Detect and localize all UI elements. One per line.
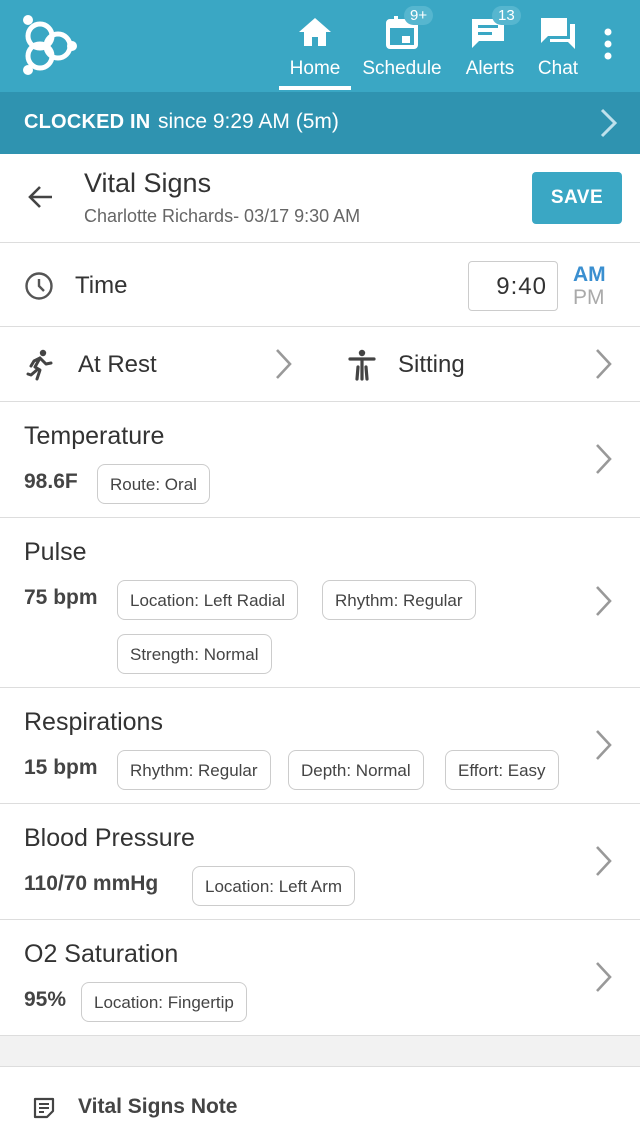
vital-signs-note-label: Vital Signs Note [78, 1095, 238, 1118]
nav-home-label: Home [289, 58, 341, 79]
respirations-rhythm-chip: Rhythm: Regular [117, 750, 271, 790]
note-icon [33, 1097, 55, 1119]
nav-chat-label: Chat [537, 58, 579, 79]
page-subtitle: Charlotte Richards- 03/17 9:30 AM [84, 206, 361, 226]
clock-status: CLOCKED IN [24, 111, 151, 133]
pulse-rhythm-chip: Rhythm: Regular [322, 580, 476, 620]
pulse-strength-chip: Strength: Normal [117, 634, 272, 674]
save-button[interactable]: SAVE [532, 172, 622, 224]
respirations-value: 15 bpm [24, 756, 98, 779]
schedule-badge: 9+ [404, 6, 434, 25]
chevron-right-icon [600, 108, 618, 138]
time-label: Time [75, 272, 128, 299]
chevron-right-icon[interactable] [594, 844, 614, 878]
pulse-location-chip: Location: Left Radial [117, 580, 298, 620]
o2-saturation-title: O2 Saturation [24, 940, 179, 968]
activity-selector[interactable]: At Rest [78, 351, 157, 379]
nav-home[interactable]: Home [279, 0, 351, 92]
blood-pressure-value: 110/70 mmHg [24, 872, 159, 895]
o2-saturation-card[interactable]: O2 Saturation 95% Location: Fingertip [0, 920, 640, 1036]
o2-location-chip: Location: Fingertip [81, 982, 247, 1022]
standing-person-icon [348, 349, 376, 381]
posture-selector[interactable]: Sitting [398, 351, 465, 379]
chevron-right-icon[interactable] [594, 728, 614, 762]
chevron-right-icon[interactable] [274, 347, 294, 381]
chevron-right-icon[interactable] [594, 347, 614, 381]
app-logo-icon[interactable] [20, 14, 80, 76]
blood-pressure-card[interactable]: Blood Pressure 110/70 mmHg Location: Lef… [0, 804, 640, 920]
nav-schedule-label: Schedule [362, 58, 442, 79]
alerts-badge: 13 [492, 6, 521, 25]
temperature-card[interactable]: Temperature 98.6F Route: Oral [0, 402, 640, 518]
blood-pressure-title: Blood Pressure [24, 824, 195, 852]
chevron-right-icon[interactable] [594, 584, 614, 618]
temperature-value: 98.6F [24, 470, 78, 493]
page-header: Vital Signs Charlotte Richards- 03/17 9:… [0, 154, 640, 243]
page-title: Vital Signs [84, 168, 212, 198]
clock-icon [25, 272, 53, 300]
respirations-depth-chip: Depth: Normal [288, 750, 424, 790]
time-row: Time 9:40 AM PM [0, 243, 640, 327]
more-vertical-icon[interactable] [596, 26, 620, 66]
running-person-icon [26, 349, 53, 381]
time-input[interactable]: 9:40 [468, 261, 558, 311]
pulse-card[interactable]: Pulse 75 bpm Location: Left Radial Rhyth… [0, 518, 640, 688]
clock-since: since 9:29 AM (5m) [158, 110, 339, 133]
vital-signs-note-row[interactable]: Vital Signs Note [0, 1066, 640, 1138]
top-nav-bar: Home 9+ Schedule 13 Alerts Chat [0, 0, 640, 92]
nav-chat[interactable]: Chat [530, 0, 586, 92]
chat-icon [541, 18, 575, 49]
respirations-title: Respirations [24, 708, 163, 736]
home-icon [299, 18, 331, 46]
o2-saturation-value: 95% [24, 988, 67, 1011]
chevron-right-icon[interactable] [594, 960, 614, 994]
nav-alerts[interactable]: 13 Alerts [458, 0, 522, 92]
active-tab-indicator [279, 86, 351, 90]
respirations-card[interactable]: Respirations 15 bpm Rhythm: Regular Dept… [0, 688, 640, 804]
am-toggle[interactable]: AM [573, 263, 606, 287]
pulse-title: Pulse [24, 538, 87, 566]
clock-status-bar[interactable]: CLOCKED IN since 9:29 AM (5m) [0, 92, 640, 154]
chevron-right-icon[interactable] [594, 442, 614, 476]
temperature-title: Temperature [24, 422, 165, 450]
back-arrow-icon[interactable] [26, 182, 56, 212]
nav-alerts-label: Alerts [465, 58, 515, 79]
pulse-value: 75 bpm [24, 586, 98, 609]
blood-pressure-location-chip: Location: Left Arm [192, 866, 356, 906]
pm-toggle[interactable]: PM [573, 286, 605, 310]
respirations-effort-chip: Effort: Easy [445, 750, 559, 790]
position-row: At Rest Sitting [0, 327, 640, 402]
temperature-route-chip: Route: Oral [97, 464, 210, 504]
nav-schedule[interactable]: 9+ Schedule [358, 0, 446, 92]
